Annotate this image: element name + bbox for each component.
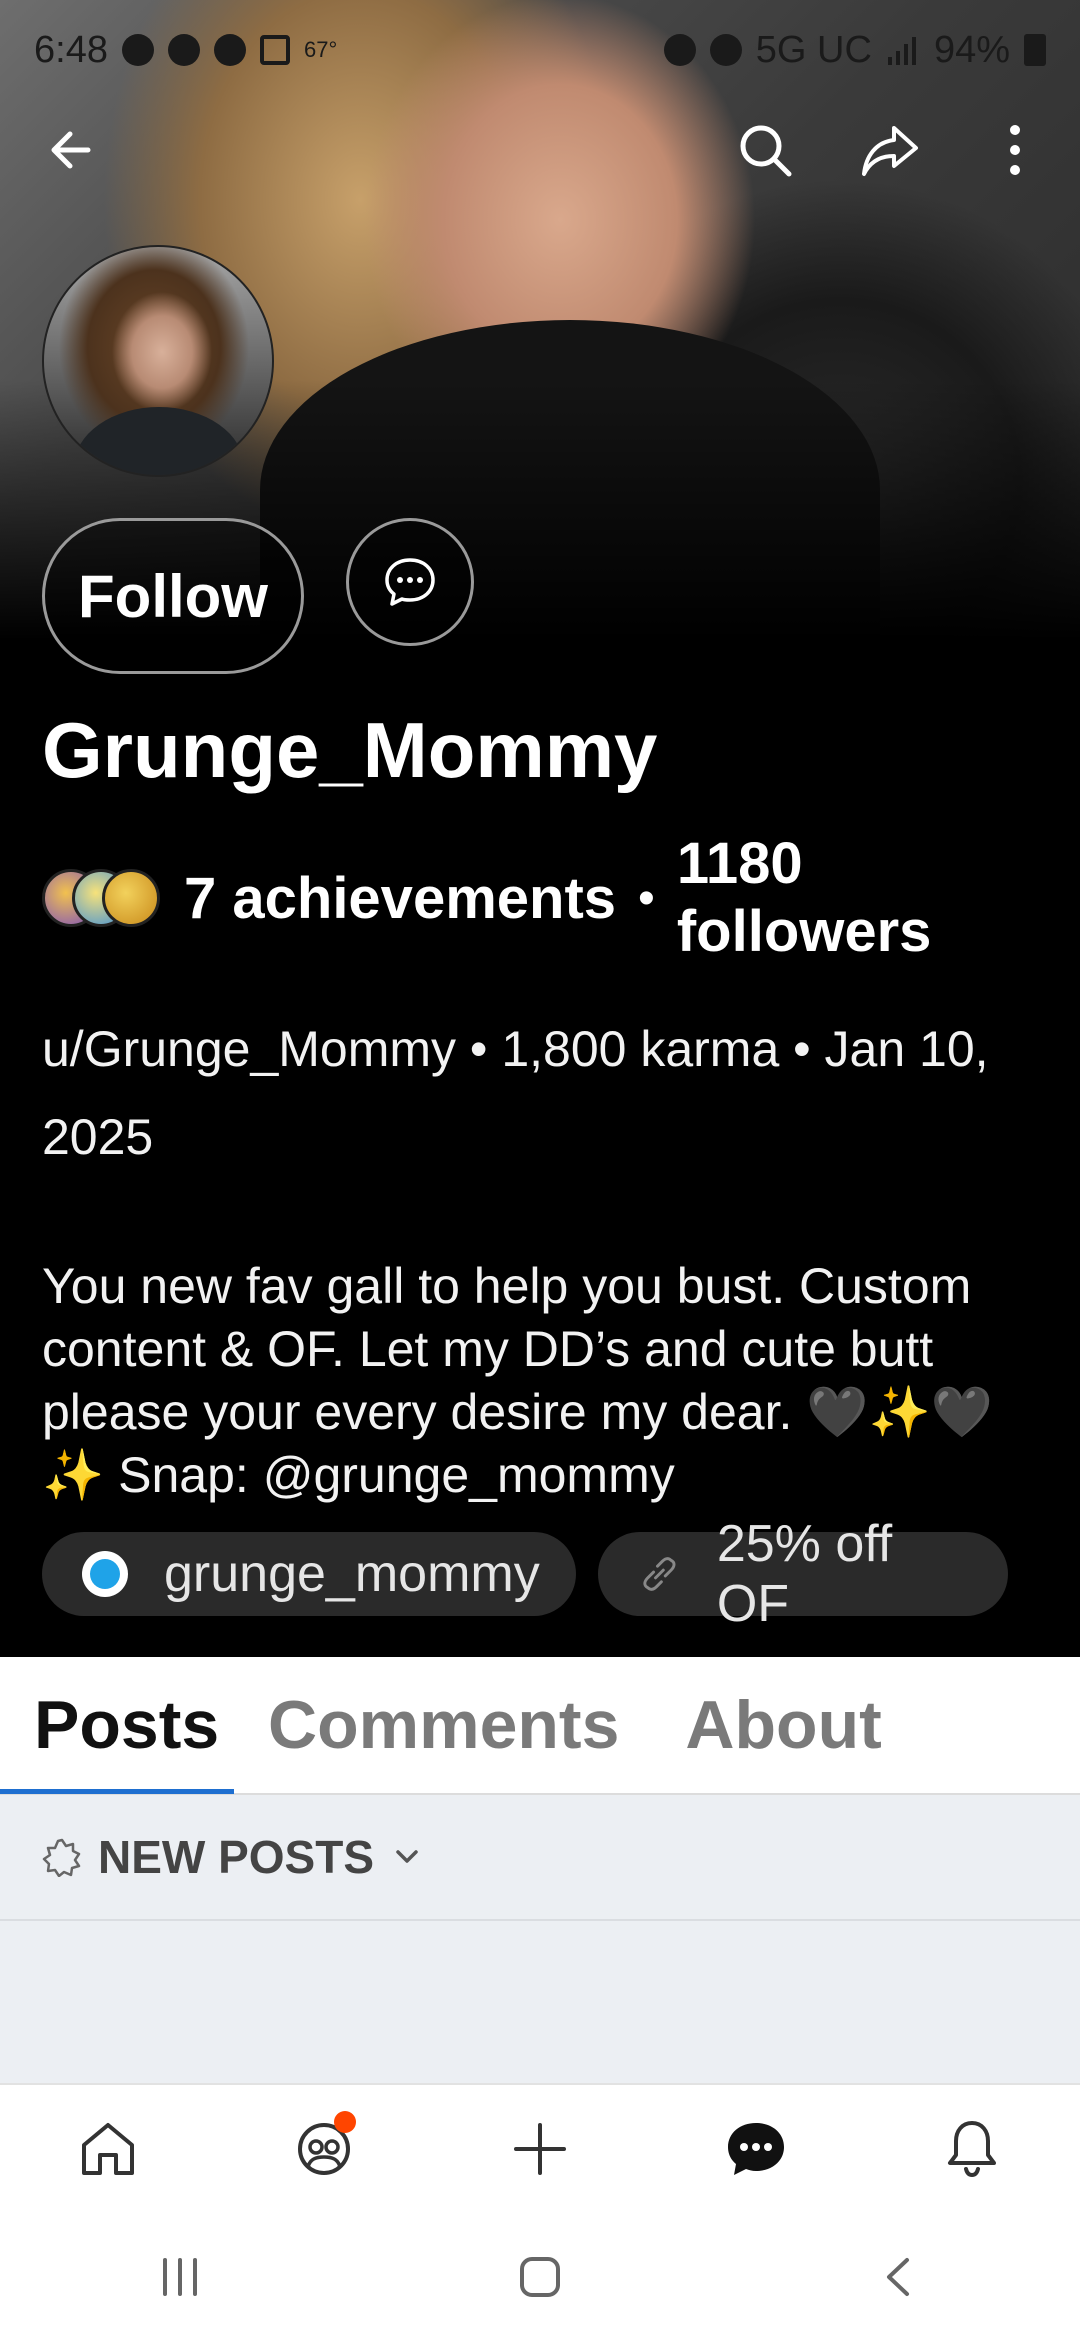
- share-icon: [862, 126, 918, 176]
- status-time: 6:48: [34, 28, 108, 71]
- profile-bio: You new fav gall to help you bust. Custo…: [42, 1258, 994, 1503]
- alarm-icon: [663, 34, 696, 66]
- social-link-label: 25% off OF: [716, 1515, 893, 1633]
- bell-icon: [948, 2121, 996, 2178]
- followers-count[interactable]: 1180 followers: [677, 830, 957, 966]
- status-battery: 94%: [933, 28, 1010, 71]
- chat-icon: [728, 2123, 784, 2175]
- back-button[interactable]: [32, 110, 112, 190]
- bottom-navigation: [0, 2083, 1080, 2213]
- nav-notifications[interactable]: [922, 2099, 1022, 2199]
- recent-apps-icon: [163, 2257, 197, 2296]
- sort-label: NEW POSTS: [98, 1831, 375, 1883]
- nav-communities[interactable]: [274, 2099, 374, 2199]
- tab-label: About: [685, 1687, 882, 1763]
- nav-create[interactable]: [490, 2099, 590, 2199]
- profile-top-actions: [0, 110, 1080, 190]
- plus-icon: [514, 2123, 566, 2175]
- gallery-icon: [259, 35, 290, 65]
- tab-label: Posts: [34, 1687, 220, 1763]
- recent-apps-button[interactable]: [130, 2227, 230, 2327]
- notification-dot: [334, 2111, 356, 2133]
- avatar-body: [74, 407, 244, 475]
- status-network: 5G UC: [755, 28, 872, 71]
- more-vertical-icon: [1010, 125, 1020, 175]
- battery-icon: [1024, 34, 1046, 66]
- badge-icon: [102, 869, 160, 927]
- social-link-label: grunge_mommy: [164, 1545, 540, 1603]
- back-arrow-icon: [51, 131, 91, 169]
- achievement-badges[interactable]: [42, 863, 172, 933]
- tab-about[interactable]: About: [685, 1656, 881, 1794]
- profile-meta: u/Grunge_Mommy • 1,800 karma • Jan 10, 2…: [42, 1021, 989, 1165]
- back-chevron-icon: [887, 2257, 909, 2296]
- link-icon: [643, 1557, 676, 1591]
- sort-bar[interactable]: NEW POSTS: [0, 1795, 1080, 1921]
- home-square-icon: [520, 2256, 560, 2297]
- onlyfans-icon: [82, 1551, 128, 1597]
- search-icon: [740, 125, 792, 177]
- signal-icon: [887, 37, 916, 65]
- home-system-button[interactable]: [490, 2227, 590, 2327]
- snapchat-icon: [121, 34, 154, 66]
- profile-tabs: Posts Comments About: [0, 1657, 1080, 1795]
- status-bar: 6:48 67° 5G UC 94%: [0, 0, 1080, 100]
- chat-bubble-icon: [385, 558, 435, 606]
- search-button[interactable]: [725, 110, 805, 190]
- share-button[interactable]: [850, 110, 930, 190]
- social-link-onlyfans[interactable]: grunge_mommy: [42, 1532, 576, 1616]
- nav-chat[interactable]: [706, 2099, 806, 2199]
- overflow-menu-button[interactable]: [975, 110, 1055, 190]
- social-link-discount[interactable]: 25% off OF: [598, 1515, 1008, 1633]
- messenger-icon: [167, 34, 200, 66]
- posts-feed: [0, 1921, 1080, 2083]
- tab-comments[interactable]: Comments: [268, 1656, 619, 1794]
- home-icon: [82, 2123, 134, 2175]
- mute-icon: [709, 34, 742, 66]
- nav-home[interactable]: [58, 2099, 158, 2199]
- active-tab-indicator: [0, 1789, 234, 1794]
- profile-stats: 7 achievements • 1180 followers: [42, 830, 1042, 966]
- back-system-button[interactable]: [850, 2227, 950, 2327]
- sort-new-icon: [42, 1838, 81, 1877]
- social-links: grunge_mommy 25% off OF: [42, 1515, 1008, 1633]
- tmobile-icon: [213, 34, 246, 66]
- tab-posts[interactable]: Posts: [0, 1656, 268, 1794]
- status-temperature: 67°: [303, 37, 338, 62]
- avatar[interactable]: [42, 245, 274, 477]
- achievements-count[interactable]: 7 achievements: [184, 865, 616, 932]
- system-navigation: [0, 2213, 1080, 2340]
- stats-separator: •: [638, 871, 655, 925]
- profile-username: Grunge_Mommy: [42, 706, 658, 794]
- tab-label: Comments: [268, 1687, 620, 1763]
- follow-button[interactable]: Follow: [42, 518, 304, 674]
- start-chat-button[interactable]: [346, 518, 474, 646]
- chevron-down-icon: [396, 1850, 418, 1863]
